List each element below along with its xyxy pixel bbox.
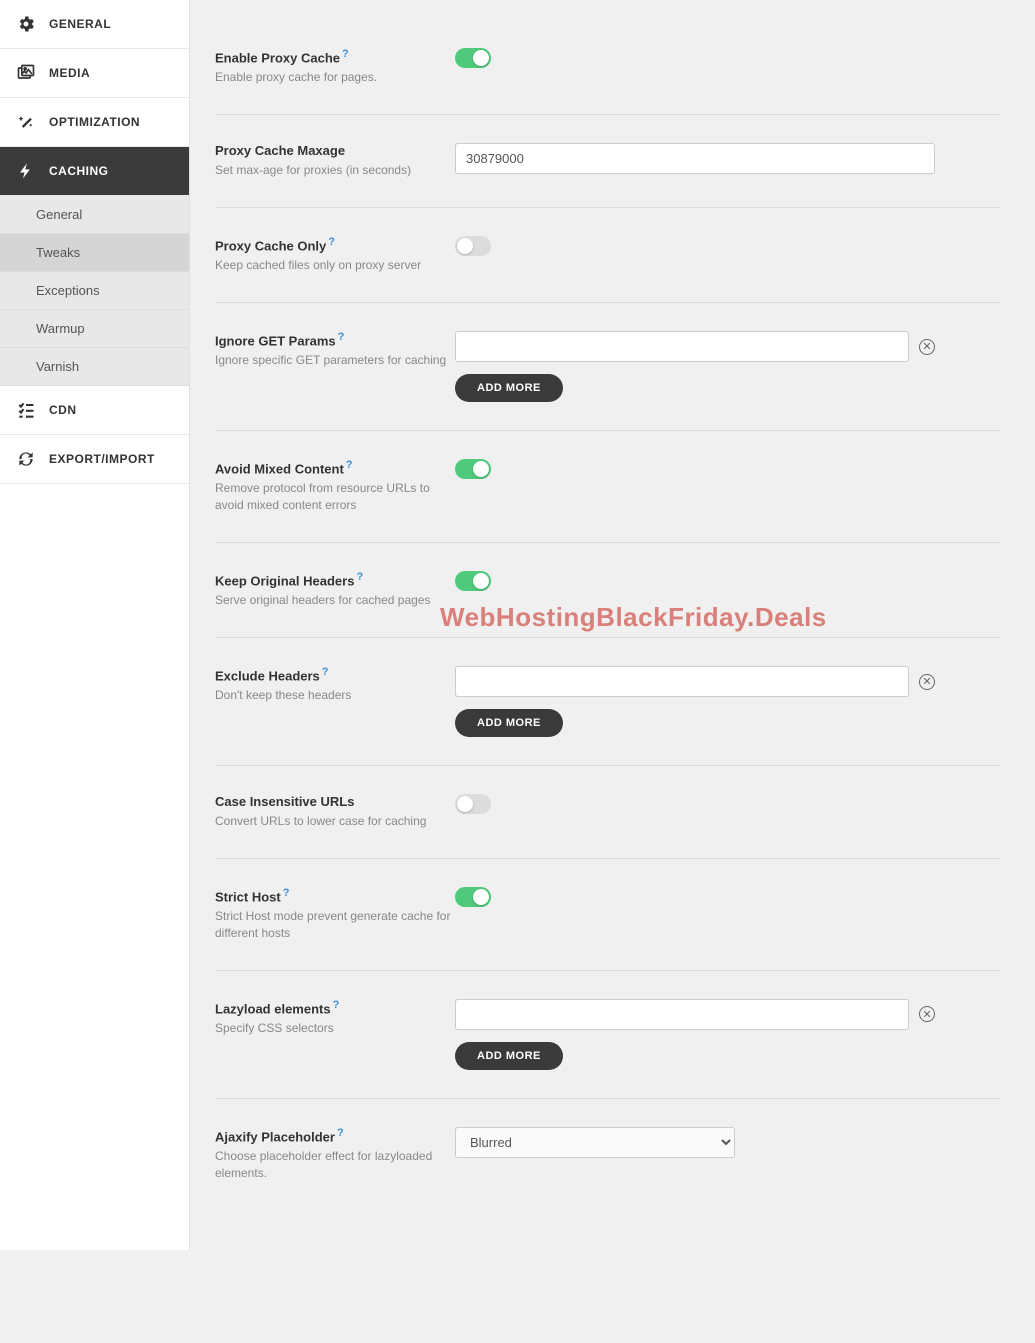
remove-icon[interactable]: ✕ bbox=[919, 1006, 935, 1022]
setting-desc: Choose placeholder effect for lazyloaded… bbox=[215, 1148, 455, 1182]
setting-title: Ignore GET Params? bbox=[215, 331, 455, 348]
content-panel: WebHostingBlackFriday.Deals Enable Proxy… bbox=[190, 0, 1035, 1250]
input-lazyload-elements[interactable] bbox=[455, 999, 909, 1030]
remove-icon[interactable]: ✕ bbox=[919, 339, 935, 355]
add-more-button[interactable]: ADD MORE bbox=[455, 374, 563, 402]
toggle-case-insensitive-urls[interactable] bbox=[455, 794, 491, 814]
input-proxy-cache-maxage[interactable] bbox=[455, 143, 935, 174]
sub-general[interactable]: General bbox=[0, 196, 189, 234]
setting-desc: Ignore specific GET parameters for cachi… bbox=[215, 352, 455, 369]
setting-title: Avoid Mixed Content? bbox=[215, 459, 455, 476]
setting-proxy-cache-only: Proxy Cache Only? Keep cached files only… bbox=[215, 208, 1000, 303]
setting-title: Proxy Cache Maxage bbox=[215, 143, 455, 158]
help-icon[interactable]: ? bbox=[322, 666, 329, 678]
toggle-strict-host[interactable] bbox=[455, 887, 491, 907]
setting-desc: Remove protocol from resource URLs to av… bbox=[215, 480, 455, 514]
nav-item-media[interactable]: MEDIA bbox=[0, 49, 189, 98]
nav-label: MEDIA bbox=[49, 66, 90, 80]
setting-proxy-cache-maxage: Proxy Cache Maxage Set max-age for proxi… bbox=[215, 115, 1000, 208]
sub-varnish[interactable]: Varnish bbox=[0, 348, 189, 386]
help-icon[interactable]: ? bbox=[283, 887, 290, 899]
toggle-enable-proxy-cache[interactable] bbox=[455, 48, 491, 68]
nav-label: GENERAL bbox=[49, 17, 111, 31]
help-icon[interactable]: ? bbox=[342, 48, 349, 60]
setting-title: Lazyload elements? bbox=[215, 999, 455, 1016]
add-more-button[interactable]: ADD MORE bbox=[455, 1042, 563, 1070]
nav-label: CACHING bbox=[49, 164, 109, 178]
setting-desc: Keep cached files only on proxy server bbox=[215, 257, 455, 274]
setting-title: Enable Proxy Cache? bbox=[215, 48, 455, 65]
setting-desc: Set max-age for proxies (in seconds) bbox=[215, 162, 455, 179]
toggle-avoid-mixed-content[interactable] bbox=[455, 459, 491, 479]
setting-ignore-get-params: Ignore GET Params? Ignore specific GET p… bbox=[215, 303, 1000, 431]
sidebar: GENERAL MEDIA OPTIMIZATION CACHING Gener… bbox=[0, 0, 190, 1250]
setting-strict-host: Strict Host? Strict Host mode prevent ge… bbox=[215, 859, 1000, 971]
setting-desc: Specify CSS selectors bbox=[215, 1020, 455, 1037]
setting-avoid-mixed-content: Avoid Mixed Content? Remove protocol fro… bbox=[215, 431, 1000, 543]
nav-item-cdn[interactable]: CDN bbox=[0, 386, 189, 435]
setting-title: Case Insensitive URLs bbox=[215, 794, 455, 809]
submenu-caching: General Tweaks Exceptions Warmup Varnish bbox=[0, 196, 189, 386]
setting-title: Exclude Headers? bbox=[215, 666, 455, 683]
sync-icon bbox=[15, 448, 37, 470]
media-icon bbox=[15, 62, 37, 84]
help-icon[interactable]: ? bbox=[328, 236, 335, 248]
setting-keep-original-headers: Keep Original Headers? Serve original he… bbox=[215, 543, 1000, 638]
setting-title: Keep Original Headers? bbox=[215, 571, 455, 588]
setting-desc: Strict Host mode prevent generate cache … bbox=[215, 908, 455, 942]
setting-desc: Convert URLs to lower case for caching bbox=[215, 813, 455, 830]
setting-title: Ajaxify Placeholder? bbox=[215, 1127, 455, 1144]
select-ajaxify-placeholder[interactable]: Blurred bbox=[455, 1127, 735, 1158]
nav-item-caching[interactable]: CACHING bbox=[0, 147, 189, 196]
help-icon[interactable]: ? bbox=[346, 459, 353, 471]
setting-desc: Don't keep these headers bbox=[215, 687, 455, 704]
gear-icon bbox=[15, 13, 37, 35]
setting-lazyload-elements: Lazyload elements? Specify CSS selectors… bbox=[215, 971, 1000, 1099]
setting-title: Strict Host? bbox=[215, 887, 455, 904]
setting-case-insensitive-urls: Case Insensitive URLs Convert URLs to lo… bbox=[215, 766, 1000, 859]
help-icon[interactable]: ? bbox=[333, 999, 340, 1011]
setting-exclude-headers: Exclude Headers? Don't keep these header… bbox=[215, 638, 1000, 766]
nav-label: OPTIMIZATION bbox=[49, 115, 140, 129]
help-icon[interactable]: ? bbox=[338, 331, 345, 343]
nav-label: EXPORT/IMPORT bbox=[49, 452, 155, 466]
nav-label: CDN bbox=[49, 403, 77, 417]
setting-desc: Serve original headers for cached pages bbox=[215, 592, 455, 609]
input-exclude-headers[interactable] bbox=[455, 666, 909, 697]
setting-ajaxify-placeholder: Ajaxify Placeholder? Choose placeholder … bbox=[215, 1099, 1000, 1210]
setting-title: Proxy Cache Only? bbox=[215, 236, 455, 253]
setting-enable-proxy-cache: Enable Proxy Cache? Enable proxy cache f… bbox=[215, 20, 1000, 115]
remove-icon[interactable]: ✕ bbox=[919, 674, 935, 690]
wand-icon bbox=[15, 111, 37, 133]
input-ignore-get-params[interactable] bbox=[455, 331, 909, 362]
add-more-button[interactable]: ADD MORE bbox=[455, 709, 563, 737]
help-icon[interactable]: ? bbox=[337, 1127, 344, 1139]
nav-item-general[interactable]: GENERAL bbox=[0, 0, 189, 49]
bolt-icon bbox=[15, 160, 37, 182]
nav-item-optimization[interactable]: OPTIMIZATION bbox=[0, 98, 189, 147]
sub-exceptions[interactable]: Exceptions bbox=[0, 272, 189, 310]
setting-desc: Enable proxy cache for pages. bbox=[215, 69, 455, 86]
sub-warmup[interactable]: Warmup bbox=[0, 310, 189, 348]
toggle-proxy-cache-only[interactable] bbox=[455, 236, 491, 256]
toggle-keep-original-headers[interactable] bbox=[455, 571, 491, 591]
list-icon bbox=[15, 399, 37, 421]
sub-tweaks[interactable]: Tweaks bbox=[0, 234, 189, 272]
help-icon[interactable]: ? bbox=[356, 571, 363, 583]
nav-item-export-import[interactable]: EXPORT/IMPORT bbox=[0, 435, 189, 484]
